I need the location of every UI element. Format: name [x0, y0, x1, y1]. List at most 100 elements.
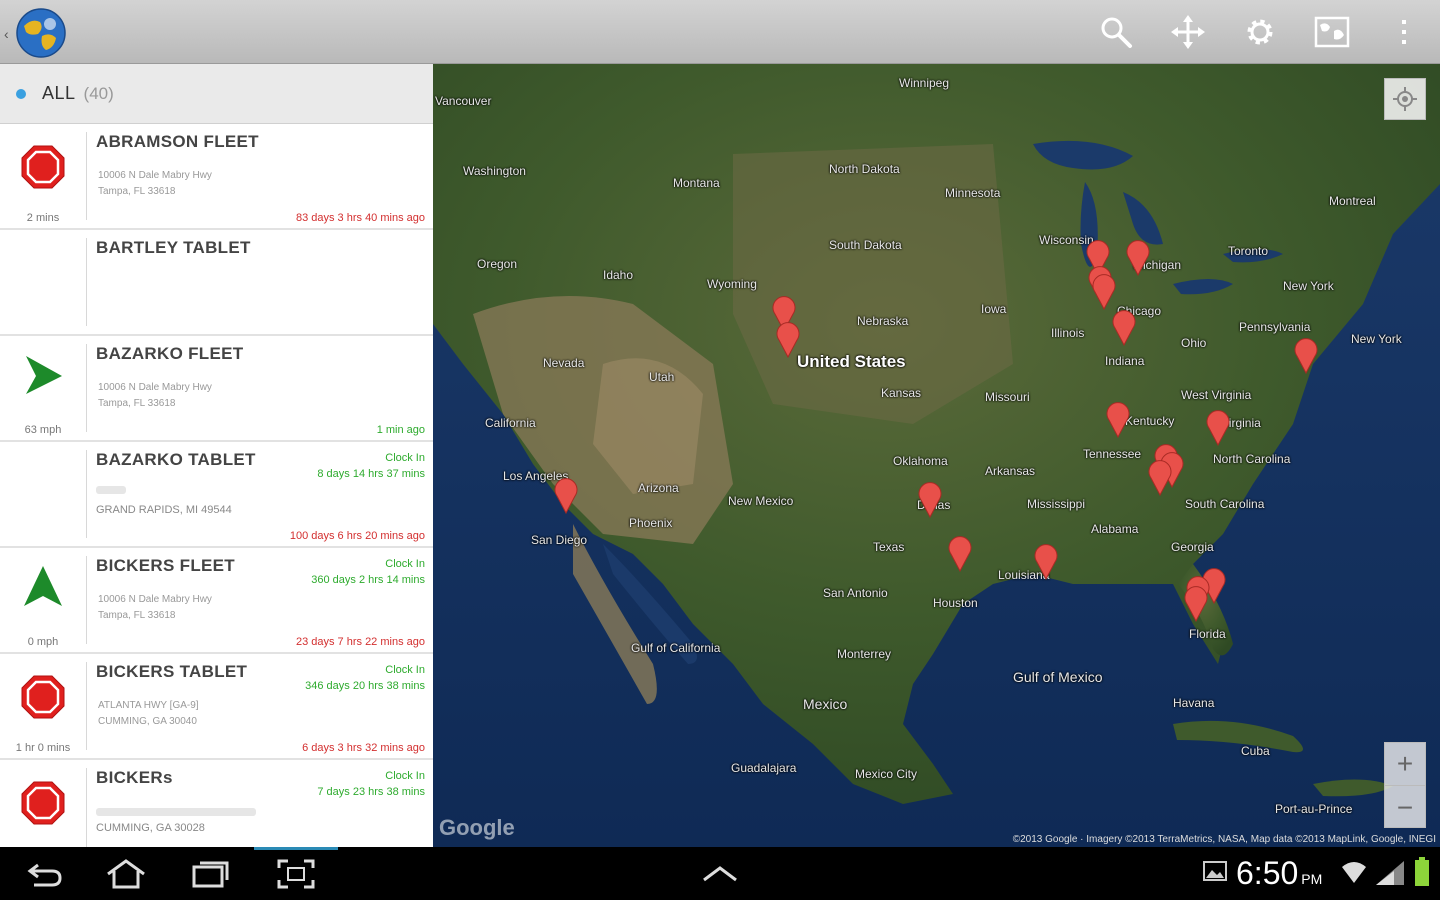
location-pin-icon[interactable] — [553, 476, 579, 514]
battery-icon — [1415, 857, 1429, 886]
map-label: Mississippi — [1027, 497, 1086, 511]
map-label: Phoenix — [629, 516, 673, 530]
location-pin-icon[interactable] — [1111, 308, 1137, 346]
screenshot-button[interactable] — [274, 855, 318, 893]
list-header-all[interactable]: ALL (40) — [0, 64, 433, 124]
signal-icon — [1376, 861, 1404, 885]
map-label: Florida — [1189, 627, 1226, 641]
map-label: New Mexico — [728, 494, 794, 508]
list-item[interactable]: BAZARKO TABLET Clock In 8 days 14 hrs 37… — [0, 442, 433, 548]
settings-button[interactable] — [1238, 10, 1282, 54]
my-location-button[interactable] — [1384, 78, 1426, 120]
system-navigation-bar: 6:50 PM — [0, 847, 1440, 900]
home-button[interactable] — [104, 855, 148, 893]
gallery-notification-icon[interactable] — [1202, 859, 1228, 883]
list-item[interactable]: 0 mph BICKERS FLEET Clock In 360 days 2 … — [0, 548, 433, 654]
row-speed: 0 mph — [27, 636, 59, 648]
location-pin-icon[interactable] — [947, 534, 973, 572]
row-speed: 1 hr 0 mins — [15, 742, 71, 754]
row-clock-value: 346 days 20 hrs 38 mins — [305, 680, 425, 692]
map-type-button[interactable] — [1310, 10, 1354, 54]
map-label: Pennsylvania — [1239, 320, 1311, 334]
wifi-icon — [1342, 862, 1366, 883]
location-pin-icon[interactable] — [1033, 542, 1059, 580]
redacted-text — [96, 486, 126, 494]
location-pin-icon[interactable] — [1147, 458, 1173, 496]
map-view[interactable]: Winnipeg Vancouver Washington Montana No… — [433, 64, 1440, 847]
action-bar: ‹ — [0, 0, 1440, 64]
map-label: Missouri — [985, 390, 1030, 404]
recent-apps-button[interactable] — [188, 855, 232, 893]
list-header-title: ALL — [42, 83, 76, 103]
row-address-line1: ATLANTA HWY [GA-9] — [98, 700, 199, 711]
row-clock-label: Clock In — [385, 664, 425, 676]
row-address-line2: Tampa, FL 33618 — [98, 610, 176, 621]
row-last-update: 100 days 6 hrs 20 mins ago — [289, 530, 425, 542]
location-pin-icon[interactable] — [1105, 400, 1131, 438]
row-clock-label: Clock In — [385, 770, 425, 782]
map-label: Tennessee — [1083, 447, 1142, 461]
map-label: Nevada — [543, 356, 585, 370]
row-status — [0, 230, 86, 334]
row-address-line2: Tampa, FL 33618 — [98, 398, 176, 409]
list-item[interactable]: BARTLEY TABLET — [0, 230, 433, 336]
row-address-line1: 10006 N Dale Mabry Hwy — [98, 170, 212, 181]
location-pin-icon[interactable] — [1183, 584, 1209, 622]
map-label: New York — [1283, 279, 1334, 293]
zoom-out-button[interactable]: − — [1385, 786, 1425, 829]
row-last-update: 1 min ago — [376, 424, 425, 436]
row-divider — [86, 238, 87, 326]
row-clock-status: Clock In 360 days 2 hrs 14 mins — [311, 556, 425, 588]
settings-icon — [1247, 19, 1273, 45]
row-status: 1 hr 0 mins — [0, 654, 86, 758]
north-arrow-icon — [24, 566, 62, 606]
map-label: Utah — [649, 370, 675, 384]
up-caret-icon[interactable]: ‹ — [4, 26, 9, 42]
location-pin-icon[interactable] — [775, 320, 801, 358]
location-pin-icon[interactable] — [1293, 336, 1319, 374]
map-label: North Carolina — [1213, 452, 1291, 466]
map-label: Washington — [463, 164, 526, 178]
row-address-line2: CUMMING, GA 30028 — [96, 822, 205, 834]
search-button[interactable] — [1094, 10, 1138, 54]
row-name: BICKERS TABLET — [96, 662, 248, 681]
map-label: Oregon — [477, 257, 518, 271]
map-label: Vancouver — [435, 94, 492, 108]
map-label: Cuba — [1241, 744, 1270, 758]
row-status: 0 mph — [0, 548, 86, 652]
map-label: South Carolina — [1185, 497, 1265, 511]
map-label: New York — [1351, 332, 1402, 346]
expand-apps-button[interactable] — [698, 855, 742, 893]
zoom-in-button[interactable]: + — [1385, 743, 1425, 786]
map-label: Iowa — [981, 302, 1007, 316]
map-type-icon — [1314, 16, 1350, 48]
map-label: San Antonio — [823, 586, 888, 600]
row-name: BICKERS FLEET — [96, 556, 235, 575]
row-clock-value: 7 days 23 hrs 38 mins — [317, 786, 425, 798]
row-name: ABRAMSON FLEET — [96, 132, 259, 151]
row-name: BARTLEY TABLET — [96, 238, 251, 257]
list-item[interactable]: 63 mph BAZARKO FLEET 10006 N Dale Mabry … — [0, 336, 433, 442]
vehicle-list: ALL (40) 2 mins ABRAMSON FLEET 10006 N D… — [0, 64, 433, 847]
row-name: BAZARKO TABLET — [96, 450, 256, 469]
map-label: West Virginia — [1181, 388, 1252, 402]
back-button[interactable] — [22, 855, 66, 893]
map-label: Houston — [933, 596, 978, 610]
center-map-button[interactable] — [1166, 10, 1210, 54]
map-label: Georgia — [1171, 540, 1214, 554]
list-item[interactable]: 1 hr 0 mins BICKERS TABLET Clock In 346 … — [0, 654, 433, 760]
moving-arrow-icon — [26, 356, 62, 394]
app-logo-icon[interactable] — [14, 6, 68, 60]
list-item[interactable]: BICKERs Clock In 7 days 23 hrs 38 mins C… — [0, 760, 433, 847]
map-attribution[interactable]: ©2013 Google · Imagery ©2013 TerraMetric… — [1013, 834, 1436, 845]
map-label: Port-au-Prince — [1275, 802, 1353, 816]
list-item[interactable]: 2 mins ABRAMSON FLEET 10006 N Dale Mabry… — [0, 124, 433, 230]
overflow-menu-button[interactable] — [1382, 10, 1426, 54]
location-pin-icon[interactable] — [917, 480, 943, 518]
stopped-icon — [21, 781, 65, 825]
row-address-line1: 10006 N Dale Mabry Hwy — [98, 382, 212, 393]
location-pin-icon[interactable] — [1125, 238, 1151, 276]
location-pin-icon[interactable] — [1205, 408, 1231, 446]
location-pin-icon[interactable] — [1091, 272, 1117, 310]
map-label: Kentucky — [1125, 414, 1175, 428]
